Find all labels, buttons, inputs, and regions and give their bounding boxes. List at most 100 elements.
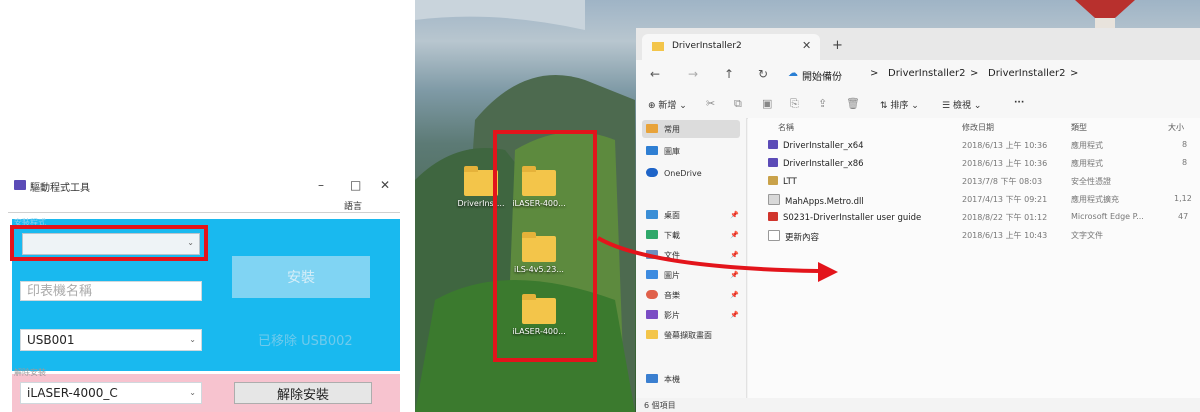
up-button[interactable]: ↑ (724, 67, 734, 81)
back-button[interactable]: ← (650, 67, 660, 81)
port-select[interactable]: USB001 ⌄ (20, 329, 202, 351)
column-header-type[interactable]: 類型 (1071, 122, 1087, 133)
chevron-down-icon: ⌄ (189, 335, 196, 344)
new-button[interactable]: ⊕ 新增 ⌄ (648, 98, 687, 111)
chevron-down-icon: ⌄ (189, 388, 196, 397)
sidebar-item-downloads[interactable]: 下載 (646, 230, 680, 241)
sidebar-item-gallery[interactable]: 圖庫 (646, 146, 680, 157)
sidebar-item-videos[interactable]: 影片 (646, 310, 680, 321)
uninstall-button[interactable]: 解除安裝 (234, 382, 372, 404)
file-type: 安全性憑證 (1071, 177, 1111, 186)
file-name: LTT (768, 176, 797, 187)
column-header-date[interactable]: 修改日期 (962, 122, 994, 133)
sidebar-item-label: 圖庫 (664, 147, 680, 156)
sidebar-item-desktop[interactable]: 桌面 (646, 210, 680, 221)
breadcrumb-separator: > (870, 68, 879, 79)
file-row[interactable]: DriverInstaller_x64 2018/6/13 上午 10:36 應… (748, 138, 1200, 154)
more-button[interactable]: ··· (1014, 98, 1024, 108)
file-row[interactable]: 更新內容 2018/6/13 上午 10:43 文字文件 (748, 228, 1200, 244)
navigation-pane: 常用 圖庫 OneDrive 桌面 📌 下載 📌 文件 📌 圖片 📌 音樂 📌 … (636, 118, 747, 398)
menu-language[interactable]: 語言 (344, 199, 362, 212)
view-label: 檢視 (952, 101, 971, 111)
cloud-icon (646, 168, 658, 177)
sidebar-item-thispc[interactable]: 本機 (646, 374, 680, 385)
maximize-button[interactable]: □ (350, 178, 361, 192)
item-count: 6 個項目 (644, 401, 676, 410)
copy-icon[interactable]: ⧉ (734, 97, 742, 111)
highlight-box (10, 225, 208, 261)
gallery-icon (646, 146, 658, 155)
highlight-box (493, 130, 597, 362)
sidebar-item-music[interactable]: 音樂 (646, 290, 680, 301)
sidebar-item-label: 音樂 (664, 291, 680, 300)
file-row[interactable]: S0231-DriverInstaller user guide 2018/8/… (748, 210, 1200, 226)
model-select[interactable]: iLASER-4000_C ⌄ (20, 382, 202, 404)
tab-title: DriverInstaller2 (672, 41, 742, 51)
sidebar-item-label: 文件 (664, 251, 680, 260)
pin-icon: 📌 (730, 251, 739, 259)
file-name: 更新內容 (768, 230, 819, 243)
breadcrumb-folder-2[interactable]: DriverInstaller2 (988, 68, 1066, 79)
address-bar: ← → ↑ ↻ ☁ 開始備份 > DriverInstaller2 > Driv… (636, 60, 1200, 90)
sort-button[interactable]: ⇅ 排序 ⌄ (880, 98, 919, 111)
file-size: 8 (1182, 140, 1188, 149)
window-title: 驅動程式工具 (30, 183, 90, 194)
pin-icon: 📌 (730, 271, 739, 279)
file-row[interactable]: MahApps.Metro.dll 2017/4/13 下午 09:21 應用程… (748, 192, 1200, 208)
forward-button[interactable]: → (688, 67, 698, 81)
file-row[interactable]: DriverInstaller_x86 2018/6/13 上午 10:36 應… (748, 156, 1200, 172)
file-type: Microsoft Edge P... (1071, 212, 1144, 221)
home-icon (646, 124, 658, 133)
paste-icon[interactable]: ▣ (762, 97, 772, 110)
breadcrumb-separator: > (1070, 68, 1079, 79)
close-button[interactable]: ✕ (380, 178, 390, 192)
text-file-icon (768, 230, 780, 241)
column-header-size[interactable]: 大小 (1168, 122, 1184, 133)
sidebar-item-label: 圖片 (664, 271, 680, 280)
breadcrumb-backup[interactable]: 開始備份 (802, 68, 842, 83)
folder-icon (652, 42, 664, 51)
new-tab-button[interactable]: + (832, 38, 843, 53)
breadcrumb-separator: > (970, 68, 979, 79)
file-name: S0231-DriverInstaller user guide (768, 212, 921, 223)
column-header-name[interactable]: 名稱 (778, 122, 794, 133)
pin-icon: 📌 (730, 291, 739, 299)
install-button[interactable]: 安裝 (232, 256, 370, 298)
refresh-button[interactable]: ↻ (758, 67, 768, 81)
sidebar-item-label: 本機 (664, 375, 680, 384)
file-name: MahApps.Metro.dll (768, 194, 864, 207)
printer-name-input[interactable]: 印表機名稱 (20, 281, 202, 301)
file-date: 2013/7/8 下午 08:03 (962, 177, 1043, 186)
cut-icon[interactable]: ✂ (706, 97, 715, 110)
removed-status: 已移除 USB002 (258, 334, 353, 349)
tab-driverinstaller2[interactable]: DriverInstaller2 ✕ (642, 34, 820, 60)
sidebar-item-label: 螢幕擷取畫面 (664, 331, 712, 340)
rename-icon[interactable]: ⎘ (790, 97, 799, 111)
dll-file-icon (768, 194, 780, 205)
close-icon[interactable]: ✕ (802, 39, 811, 52)
breadcrumb-folder-1[interactable]: DriverInstaller2 (888, 68, 966, 79)
sidebar-item-pictures[interactable]: 圖片 (646, 270, 680, 281)
sidebar-item-onedrive[interactable]: OneDrive (646, 168, 702, 178)
file-name: DriverInstaller_x64 (768, 140, 864, 151)
file-date: 2018/8/22 下午 01:12 (962, 213, 1048, 222)
divider (8, 212, 400, 213)
file-name: DriverInstaller_x86 (768, 158, 864, 169)
sidebar-item-documents[interactable]: 文件 (646, 250, 680, 261)
sidebar-item-screenshots[interactable]: 螢幕擷取畫面 (646, 330, 712, 341)
pin-icon: 📌 (730, 231, 739, 239)
file-row[interactable]: LTT 2013/7/8 下午 08:03 安全性憑證 (748, 174, 1200, 190)
uninstall-group-label: 解除安裝 (14, 368, 46, 377)
tab-bar: DriverInstaller2 ✕ + (636, 28, 1200, 60)
sidebar-item-home[interactable]: 常用 (646, 124, 680, 135)
app-icon (768, 158, 778, 167)
share-icon[interactable]: ⇪ (818, 97, 827, 110)
file-date: 2018/6/13 上午 10:36 (962, 159, 1048, 168)
app-icon (768, 140, 778, 149)
file-date: 2018/6/13 上午 10:43 (962, 231, 1048, 240)
sidebar-item-label: 桌面 (664, 211, 680, 220)
minimize-button[interactable]: – (318, 178, 324, 192)
view-button[interactable]: ☰ 檢視 ⌄ (942, 98, 981, 111)
status-bar: 6 個項目 (636, 398, 1200, 412)
delete-icon[interactable]: 🗑 (846, 97, 860, 110)
